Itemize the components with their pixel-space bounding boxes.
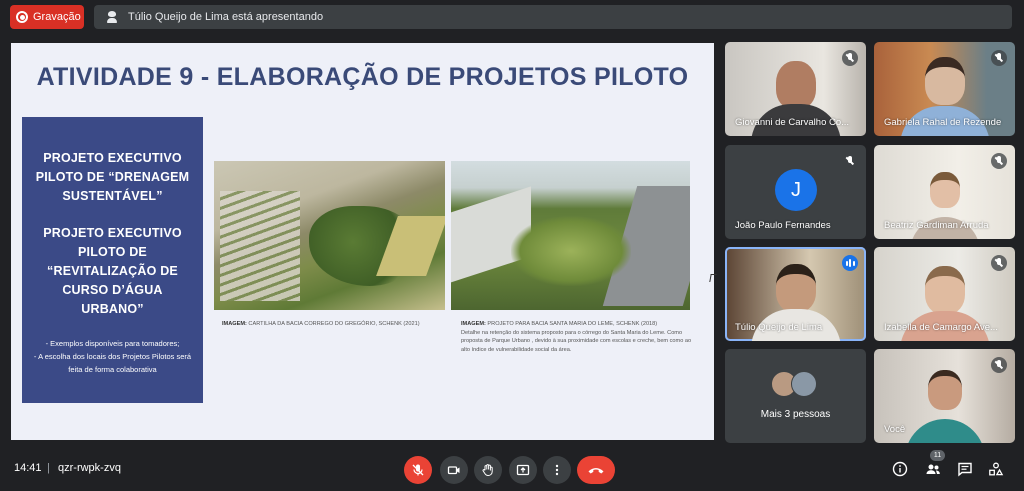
slide-text-box: PROJETO EXECUTIVO PILOTO DE “DRENAGEM SU… bbox=[22, 117, 203, 403]
more-vert-icon bbox=[555, 464, 559, 476]
presenting-text: Túlio Queijo de Lima está apresentando bbox=[128, 11, 324, 23]
image-caption-1: IMAGEM: CARTILHA DA BACIA CORREGO DO GRE… bbox=[222, 320, 447, 329]
participant-tile[interactable]: Beatriz Gardiman Arruda bbox=[874, 145, 1015, 239]
muted-mic-icon bbox=[991, 357, 1007, 373]
meeting-details-button[interactable] bbox=[891, 460, 909, 478]
clock: 14:41 bbox=[14, 462, 42, 474]
chat-button[interactable] bbox=[956, 460, 974, 478]
present-screen-icon bbox=[516, 464, 530, 476]
urban-basin-render-image bbox=[214, 161, 445, 310]
activities-button[interactable] bbox=[987, 460, 1005, 478]
meeting-code: qzr-rwpk-zvq bbox=[58, 462, 121, 474]
box-notes: - Exemplos disponíveis para tomadores; -… bbox=[32, 337, 193, 376]
hand-icon bbox=[482, 464, 493, 477]
more-participants-tile[interactable]: Mais 3 pessoas bbox=[725, 349, 866, 443]
muted-mic-icon bbox=[991, 50, 1007, 66]
people-icon bbox=[926, 464, 940, 474]
participant-name: Túlio Queijo de Lima bbox=[735, 322, 823, 333]
participant-tile[interactable]: Gabriela Rahal de Rezende bbox=[874, 42, 1015, 136]
presenting-banner: Túlio Queijo de Lima está apresentando bbox=[94, 5, 1012, 29]
info-icon bbox=[892, 461, 908, 477]
mic-toggle-button[interactable] bbox=[404, 456, 432, 484]
more-options-button[interactable] bbox=[543, 456, 571, 484]
muted-mic-icon bbox=[991, 153, 1007, 169]
box-heading-revitalization: PROJETO EXECUTIVO PILOTO DE “REVITALIZAÇ… bbox=[43, 226, 182, 316]
self-view-tile[interactable]: Você bbox=[874, 349, 1015, 443]
record-icon bbox=[16, 11, 28, 23]
raise-hand-button[interactable] bbox=[474, 456, 502, 484]
hang-up-icon bbox=[588, 468, 604, 474]
image-caption-2: IMAGEM: PROJETO PARA BACIA SANTA MARIA D… bbox=[461, 320, 693, 354]
urban-park-retention-image bbox=[451, 161, 690, 310]
participant-name: Você bbox=[884, 424, 906, 435]
mic-off-icon bbox=[412, 464, 424, 476]
recording-label: Gravação bbox=[33, 11, 81, 23]
box-note-examples: - Exemplos disponíveis para tomadores; bbox=[45, 339, 180, 348]
participant-tile[interactable]: J João Paulo Fernandes bbox=[725, 145, 866, 239]
caption-detail: Detalhe na retenção do sistema proposto … bbox=[461, 329, 692, 353]
presenter-icon bbox=[106, 11, 118, 23]
muted-mic-icon bbox=[842, 153, 858, 169]
mouse-cursor-icon bbox=[709, 274, 717, 282]
more-participants-label: Mais 3 pessoas bbox=[760, 409, 831, 420]
muted-mic-icon bbox=[991, 255, 1007, 271]
slide-title: ATIVIDADE 9 - ELABORAÇÃO DE PROJETOS PIL… bbox=[36, 63, 689, 91]
avatar-group bbox=[771, 371, 817, 397]
participant-tile[interactable]: Izabella de Camargo Ave... bbox=[874, 247, 1015, 341]
participant-name: Gabriela Rahal de Rezende bbox=[884, 117, 1002, 128]
camera-icon bbox=[447, 466, 460, 475]
leave-call-button[interactable] bbox=[577, 456, 615, 484]
presentation-slide: ATIVIDADE 9 - ELABORAÇÃO DE PROJETOS PIL… bbox=[11, 43, 717, 440]
avatar: J bbox=[775, 169, 817, 211]
participant-tile[interactable]: Giovanni de Carvalho Co... bbox=[725, 42, 866, 136]
caption-label: IMAGEM: bbox=[222, 321, 247, 327]
participant-name: Giovanni de Carvalho Co... bbox=[735, 117, 850, 128]
caption-text: PROJETO PARA BACIA SANTA MARIA DO LEME, … bbox=[487, 321, 658, 327]
caption-label: IMAGEM: bbox=[461, 321, 486, 327]
box-note-locations: - A escolha dos locais dos Projetos Pilo… bbox=[33, 352, 192, 374]
muted-mic-icon bbox=[842, 50, 858, 66]
activities-icon bbox=[989, 462, 1004, 476]
present-screen-button[interactable] bbox=[509, 456, 537, 484]
box-heading-drainage: PROJETO EXECUTIVO PILOTO DE “DRENAGEM SU… bbox=[35, 151, 190, 203]
participant-name: João Paulo Fernandes bbox=[735, 220, 831, 231]
participant-name: Beatriz Gardiman Arruda bbox=[884, 220, 989, 231]
chat-icon bbox=[958, 462, 972, 477]
separator: | bbox=[47, 462, 50, 474]
caption-text: CARTILHA DA BACIA CORREGO DO GREGÓRIO, S… bbox=[248, 321, 420, 327]
participant-name: Izabella de Camargo Ave... bbox=[884, 322, 998, 333]
speaking-indicator-icon bbox=[842, 255, 858, 271]
recording-badge[interactable]: Gravação bbox=[10, 5, 84, 29]
participant-tile-active-speaker[interactable]: Túlio Queijo de Lima bbox=[725, 247, 866, 341]
camera-toggle-button[interactable] bbox=[440, 456, 468, 484]
people-button[interactable] bbox=[924, 460, 942, 478]
